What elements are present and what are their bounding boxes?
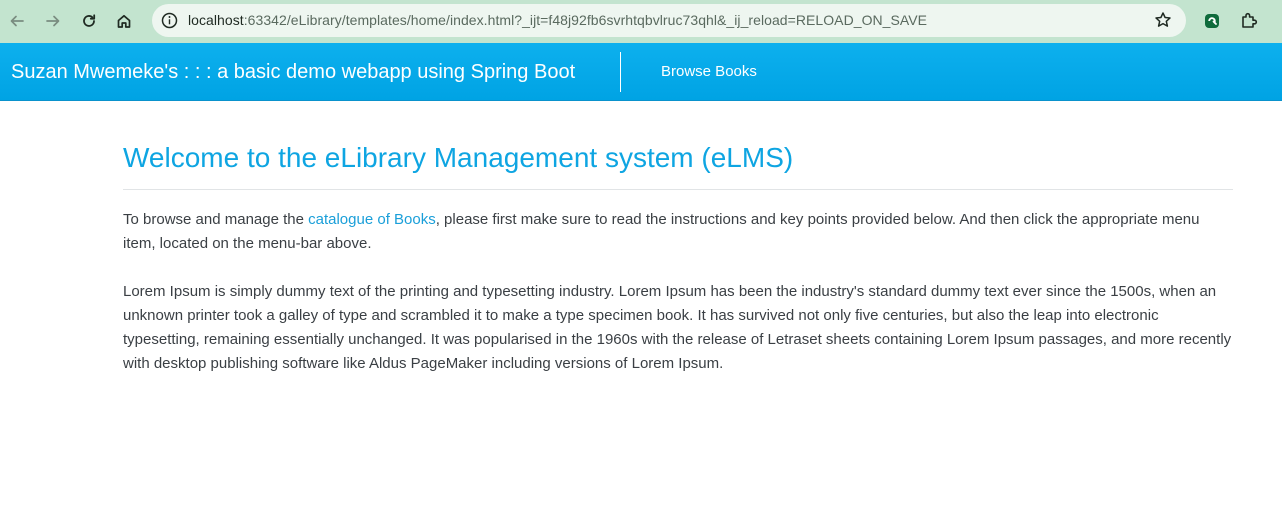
navbar-divider	[620, 52, 621, 92]
browser-toolbar: localhost:63342/eLibrary/templates/home/…	[0, 0, 1282, 43]
lorem-paragraph: Lorem Ipsum is simply dummy text of the …	[123, 283, 1232, 372]
forward-arrow-icon[interactable]	[39, 7, 67, 35]
extension-icon[interactable]	[1199, 8, 1225, 34]
address-bar[interactable]: localhost:63342/eLibrary/templates/home/…	[152, 4, 1186, 37]
catalogue-link[interactable]: catalogue of Books	[308, 211, 436, 228]
back-arrow-icon[interactable]	[3, 7, 31, 35]
url-host: localhost	[188, 12, 244, 28]
url-text[interactable]: localhost:63342/eLibrary/templates/home/…	[188, 12, 927, 28]
intro-paragraph: To browse and manage the catalogue of Bo…	[123, 208, 1233, 256]
url-path: :63342/eLibrary/templates/home/index.htm…	[243, 12, 928, 28]
reload-icon[interactable]	[75, 7, 103, 35]
page-title: Welcome to the eLibrary Management syste…	[123, 142, 794, 173]
app-navbar: Suzan Mwemeke's : : : a basic demo webap…	[0, 43, 1282, 101]
title-divider	[123, 189, 1233, 190]
home-icon[interactable]	[110, 7, 138, 35]
intro-text-start: To browse and manage the	[123, 211, 309, 228]
nav-link-browse-books[interactable]: Browse Books	[661, 63, 757, 80]
bookmark-star-icon[interactable]	[1154, 11, 1172, 34]
brand-title[interactable]: Suzan Mwemeke's : : : a basic demo webap…	[11, 61, 575, 84]
puzzle-icon[interactable]	[1236, 8, 1262, 34]
site-info-icon[interactable]	[160, 11, 179, 30]
